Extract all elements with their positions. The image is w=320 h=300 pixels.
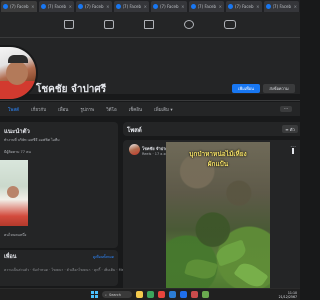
home-icon[interactable] (64, 20, 74, 29)
profile-tabs: โพสต์ เกี่ยวกับ เพื่อน รูปภาพ วิดีโอ เช็… (0, 102, 300, 116)
video-caption-line2: ผักแป้น (207, 160, 229, 168)
facebook-icon (228, 4, 233, 9)
close-icon[interactable]: × (294, 4, 297, 9)
store-icon[interactable] (180, 291, 187, 298)
browser-tab-title: (7) Faceb (47, 4, 67, 9)
chrome-icon[interactable] (158, 291, 165, 298)
leaf-shape (184, 256, 218, 282)
add-friend-label: เพิ่มเพื่อน (238, 86, 254, 91)
search-icon: ⌕ (105, 292, 107, 297)
close-icon[interactable]: × (256, 4, 259, 9)
leaf-shape (233, 259, 269, 288)
browser-tab-title: (7) Faceb (122, 4, 142, 9)
tab-friends[interactable]: เพื่อน (58, 106, 68, 113)
clock-date: 21/12/2567 (278, 295, 297, 299)
taskbar-search[interactable]: ⌕ Search (102, 291, 132, 298)
line-app-icon[interactable] (147, 291, 154, 298)
friends-card: เพื่อน ดูเพื่อนทั้งหมด ความเป็นส่วนตัว ·… (0, 250, 127, 286)
avatar-face (6, 61, 28, 85)
volume-icon[interactable] (292, 148, 298, 154)
browser-tab-title: (7) Faceb (235, 4, 254, 9)
browser-tab[interactable]: (7) Faceb × (263, 1, 299, 12)
facebook-icon (265, 4, 271, 9)
browser-tab[interactable]: (7) Faceb × (113, 1, 149, 12)
close-icon[interactable]: × (69, 4, 72, 9)
groups-icon[interactable] (184, 20, 194, 29)
close-icon[interactable]: × (106, 4, 109, 9)
gaming-icon[interactable] (224, 20, 236, 29)
intro-caption: คนไหนคนหนึ่ง (4, 233, 27, 237)
browser-tab-title: (7) Faceb (85, 4, 104, 9)
browser-tab-title: (7) Faceb (10, 4, 29, 9)
facebook-top-nav (0, 12, 300, 38)
browser-tab[interactable]: (7) Faceb × (226, 1, 262, 12)
video-caption-line1: บุกป่าหาหน่อไม้เหี่ยง (189, 150, 247, 158)
filter-button[interactable]: ≡ ตัว (282, 125, 298, 133)
close-icon[interactable]: × (144, 4, 147, 9)
post-avatar[interactable] (129, 144, 140, 155)
intro-followers[interactable]: มีผู้ติดตาม 77 คน (4, 149, 31, 155)
edge-icon[interactable] (169, 291, 176, 298)
system-clock[interactable]: 11:10 21/12/2567 (279, 291, 297, 299)
intro-heading: แนะนำตัว (4, 128, 30, 135)
browser-tab-title: (7) Faceb (197, 4, 217, 9)
filter-label: ≡ ตัว (285, 126, 295, 132)
featured-photo[interactable] (0, 160, 28, 226)
intro-work: ทำงานที่ บริษัท เอสซีจี ออฟฟิศ ไอทีม (4, 138, 60, 142)
browser-tab[interactable]: (7) Faceb × (76, 1, 112, 12)
friends-heading: เพื่อน (4, 254, 17, 260)
tab-more[interactable]: เพิ่มเติม ▾ (154, 106, 173, 113)
message-button[interactable]: ส่งข้อความ (263, 84, 295, 93)
browser-tab-title: (7) Faceb (160, 4, 179, 9)
video-icon[interactable] (104, 20, 114, 29)
search-placeholder: Search (108, 292, 121, 297)
close-icon[interactable]: × (219, 4, 222, 9)
post-card: โชคชัย จำปาศรี · ติดตาม Reels · 17 ธ.ค. … (123, 140, 300, 288)
photo-face (7, 186, 19, 198)
marketplace-icon[interactable] (144, 20, 154, 29)
facebook-icon (153, 4, 158, 9)
close-icon[interactable]: × (181, 4, 184, 9)
app-icon[interactable] (202, 291, 209, 298)
avatar-cap (8, 55, 28, 63)
add-friend-button[interactable]: เพิ่มเพื่อน (232, 84, 260, 93)
browser-tab[interactable]: (7) Faceb × (38, 1, 74, 12)
browser-tab-title: (7) Faceb (272, 4, 292, 9)
browser-tab[interactable]: (7) Faceb × (151, 1, 187, 12)
posts-header: โพสต์ ≡ ตัว (123, 122, 300, 136)
app-icon[interactable] (191, 291, 198, 298)
facebook-icon (190, 4, 196, 9)
browser-tab-strip: (7) Faceb × (7) Faceb × (7) Faceb × (7) Fac… (0, 0, 300, 12)
facebook-icon (115, 4, 121, 9)
browser-tab[interactable]: (7) Faceb × (188, 1, 224, 12)
header-divider (0, 100, 300, 101)
tab-checkins[interactable]: เช็คอิน (129, 106, 142, 113)
posts-heading: โพสต์ (127, 127, 142, 134)
footer-links[interactable]: ความเป็นส่วนตัว · ข้อกำหนด · โฆษณา · ตัว… (4, 267, 127, 273)
file-explorer-icon[interactable] (136, 291, 143, 298)
tab-photos[interactable]: รูปภาพ (80, 106, 94, 113)
windows-taskbar: ⌕ Search 11:10 21/12/2567 (0, 288, 300, 300)
facebook-icon (40, 4, 46, 9)
profile-name: โชคชัย จำปาศรี (36, 84, 107, 95)
facebook-icon (78, 4, 83, 9)
message-label: ส่งข้อความ (269, 86, 289, 91)
browser-tab[interactable]: (7) Faceb × (1, 1, 37, 12)
facebook-icon (3, 4, 8, 9)
close-icon[interactable]: × (31, 4, 34, 9)
tab-videos[interactable]: วิดีโอ (106, 106, 117, 113)
reel-video[interactable]: บุกป่าหาหน่อไม้เหี่ยง ผักแป้น (166, 142, 270, 288)
tab-posts[interactable]: โพสต์ (8, 106, 19, 113)
more-options-button[interactable]: ··· (280, 106, 292, 112)
tab-about[interactable]: เกี่ยวกับ (31, 106, 46, 113)
windows-start-icon[interactable] (91, 291, 98, 298)
see-all-friends-link[interactable]: ดูเพื่อนทั้งหมด (93, 254, 114, 260)
